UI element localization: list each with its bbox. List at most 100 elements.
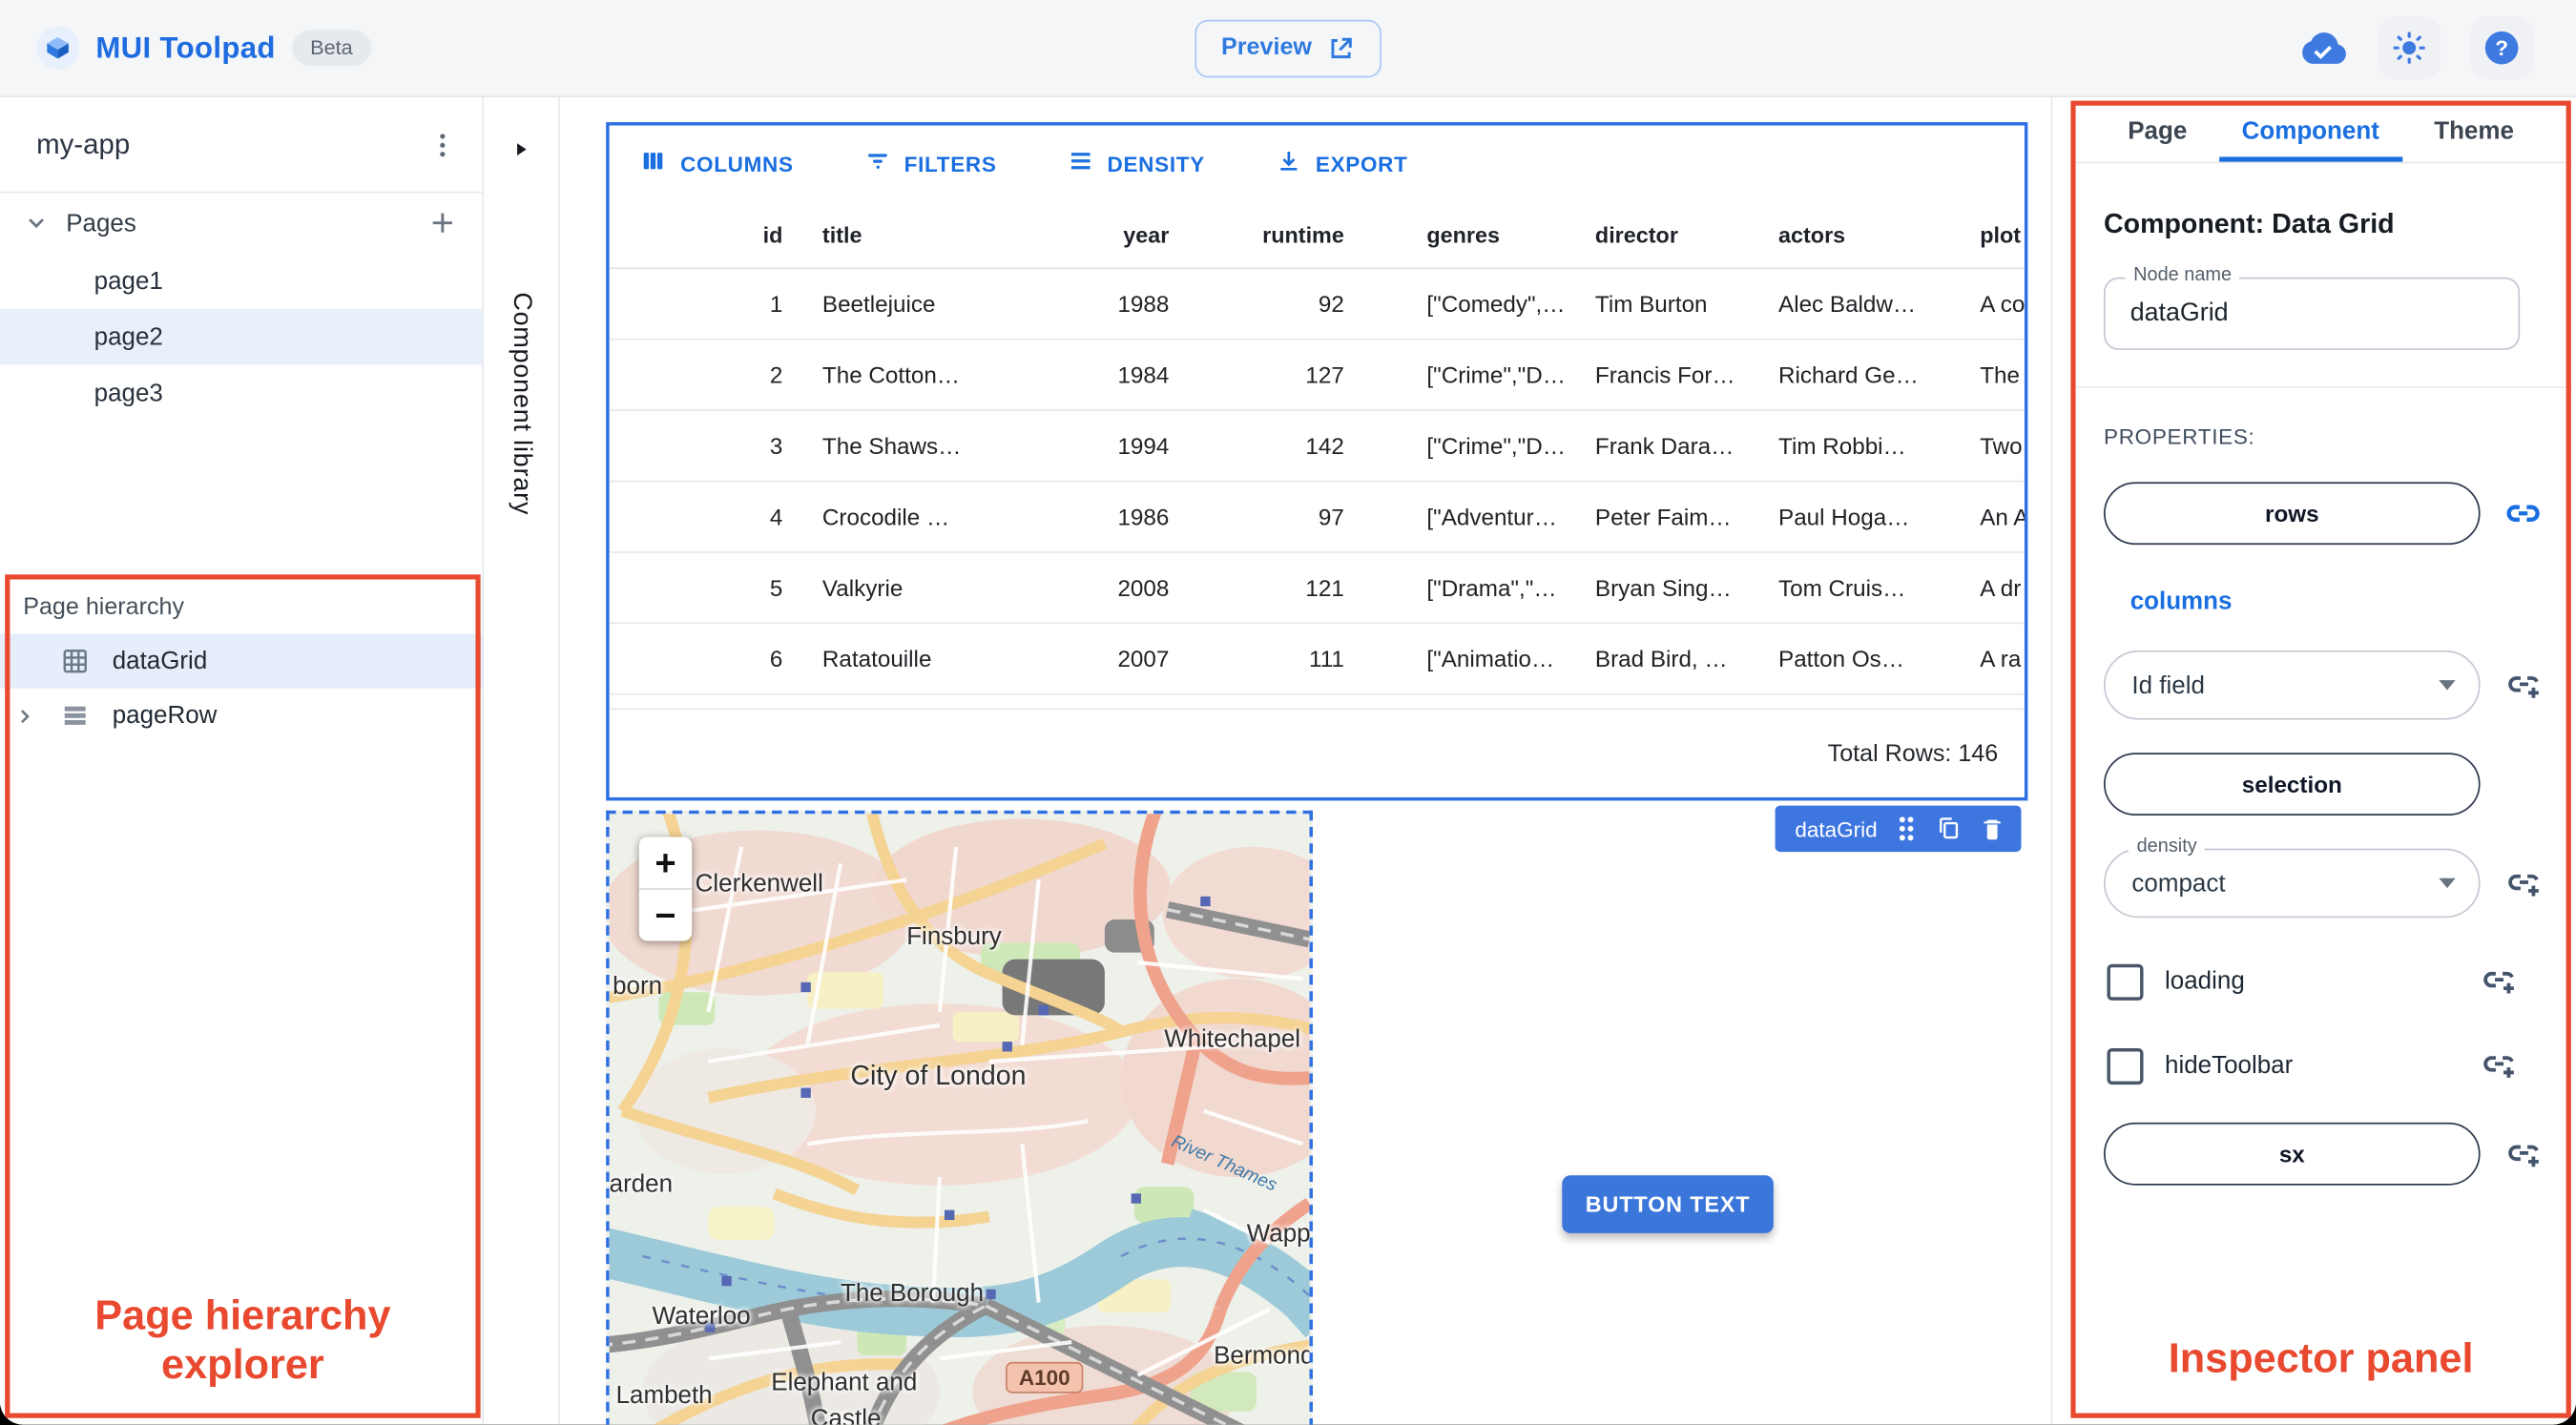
zoom-in-button[interactable]: + xyxy=(639,836,692,888)
column-header-plot[interactable]: plot xyxy=(1980,222,2025,247)
component-library-strip[interactable]: Component library xyxy=(484,97,560,1425)
cell-year: 1986 xyxy=(1117,503,1170,530)
cell-actors: Alec Baldw… xyxy=(1778,290,1917,318)
cell-runtime: 121 xyxy=(1305,574,1344,601)
cell-actors: Tom Cruis… xyxy=(1778,574,1906,601)
zoom-out-button[interactable]: − xyxy=(639,890,692,941)
map-zoom-control: + − xyxy=(638,836,693,941)
checkbox[interactable] xyxy=(2107,962,2144,1000)
sx-property-row: sx xyxy=(2103,1122,2544,1186)
filter-icon xyxy=(862,147,890,180)
cell-id: 3 xyxy=(769,432,783,460)
add-binding-icon[interactable] xyxy=(2503,665,2544,706)
page-hierarchy-panel: Page hierarchy dataGrid pageRow xyxy=(0,574,483,743)
expand-panel-icon[interactable] xyxy=(484,140,558,158)
column-header-genres[interactable]: genres xyxy=(1344,222,1595,247)
cell-year: 1994 xyxy=(1117,432,1170,460)
kebab-menu-icon xyxy=(440,133,446,156)
id-field-select[interactable]: Id field xyxy=(2103,650,2481,720)
table-row[interactable]: 5 Valkyrie 2008 121 ["Drama","… Bryan Si… xyxy=(609,553,2025,625)
inspector-panel: Page Component Theme Component: Data Gri… xyxy=(2052,97,2576,1425)
map-component[interactable]: Clerkenwell Finsbury City of London Whitech… xyxy=(606,810,1313,1425)
rows-property-button[interactable]: rows xyxy=(2103,482,2481,546)
app-name: my-app xyxy=(36,128,131,160)
data-grid-component[interactable]: COLUMNS FILTERS DENSITY EXPORT id title … xyxy=(606,122,2028,801)
column-header-title[interactable]: title xyxy=(782,222,1055,247)
density-select[interactable]: density compact xyxy=(2103,836,2481,919)
grid-toolbar-button-label: FILTERS xyxy=(904,151,997,176)
properties-label: PROPERTIES: xyxy=(2103,423,2255,449)
grid-toolbar-button[interactable]: COLUMNS xyxy=(629,145,803,181)
cell-director: Frank Dara… xyxy=(1594,432,1735,460)
cell-director: Peter Faim… xyxy=(1594,503,1732,530)
canvas: COLUMNS FILTERS DENSITY EXPORT id title … xyxy=(559,97,2053,1425)
inspector-tab[interactable]: Page xyxy=(2118,101,2197,162)
sidebar-page-item[interactable]: page3 xyxy=(0,364,482,421)
app-menu-button[interactable] xyxy=(426,128,460,161)
export-icon xyxy=(1275,147,1302,180)
help-button[interactable]: ? xyxy=(2470,16,2533,80)
checkbox-property-row: hideToolbar xyxy=(2104,1045,2542,1086)
inspector-tab[interactable]: Component xyxy=(2218,101,2403,162)
selection-property-row: selection xyxy=(2103,753,2542,816)
checkbox-property-row: loading xyxy=(2104,960,2542,1002)
sidebar-page-item[interactable]: page2 xyxy=(0,308,483,365)
sx-property-button[interactable]: sx xyxy=(2103,1122,2481,1186)
cell-plot: The xyxy=(1980,361,2020,388)
columns-property-link[interactable]: columns xyxy=(2130,588,2233,615)
map-label: A100 xyxy=(1006,1361,1084,1394)
brand: MUI Toolpad Beta xyxy=(0,26,371,70)
cell-actors: Patton Os… xyxy=(1778,645,1905,672)
selected-node-tag[interactable]: dataGrid xyxy=(1775,805,2022,853)
duplicate-icon[interactable] xyxy=(1935,816,1962,842)
grid-toolbar-button[interactable]: DENSITY xyxy=(1056,145,1215,181)
column-header-year[interactable]: year xyxy=(1055,222,1169,247)
page-item-label: page2 xyxy=(93,322,163,351)
pages-header[interactable]: Pages xyxy=(0,193,482,252)
table-row[interactable]: 4 Crocodile … 1986 97 ["Adventur… Peter … xyxy=(609,482,2025,553)
inspector-tab[interactable]: Theme xyxy=(2424,101,2524,162)
selection-property-button[interactable]: selection xyxy=(2103,753,2481,816)
cloud-done-icon[interactable] xyxy=(2298,30,2348,66)
cell-runtime: 127 xyxy=(1305,361,1344,388)
cell-director: Tim Burton xyxy=(1594,290,1708,318)
checkbox[interactable] xyxy=(2107,1047,2144,1084)
help-icon: ? xyxy=(2484,31,2519,65)
add-page-button[interactable] xyxy=(426,206,460,239)
delete-icon[interactable] xyxy=(1980,816,2005,842)
add-binding-icon[interactable] xyxy=(2503,862,2544,903)
column-header-id[interactable]: id xyxy=(610,222,783,247)
column-header-actors[interactable]: actors xyxy=(1778,222,1980,247)
grid-toolbar-button[interactable]: FILTERS xyxy=(853,145,1007,181)
add-binding-icon[interactable] xyxy=(2478,1045,2519,1086)
sidebar-page-item[interactable]: page1 xyxy=(0,253,482,309)
grid-toolbar: COLUMNS FILTERS DENSITY EXPORT xyxy=(610,126,2025,202)
map-label: The Borough xyxy=(840,1279,985,1308)
add-binding-icon[interactable] xyxy=(2478,960,2519,1002)
theme-toggle-button[interactable] xyxy=(2378,16,2441,80)
button-component[interactable]: BUTTON TEXT xyxy=(1562,1175,1774,1233)
preview-button[interactable]: Preview xyxy=(1195,18,1381,77)
drag-handle-icon[interactable] xyxy=(1896,816,1918,842)
table-row[interactable]: 3 The Shaws… 1994 142 ["Crime","D… Frank… xyxy=(609,411,2025,483)
inspector-tab-label: Component xyxy=(2241,116,2379,146)
binding-link-icon[interactable] xyxy=(2502,492,2545,535)
table-row[interactable]: 1 Beetlejuice 1988 92 ["Comedy",… Tim Bu… xyxy=(609,269,2025,341)
map-label: Castle xyxy=(810,1404,882,1425)
column-header-director[interactable]: director xyxy=(1595,222,1778,247)
column-header-runtime[interactable]: runtime xyxy=(1169,222,1344,247)
add-binding-icon[interactable] xyxy=(2503,1133,2544,1174)
node-name-field[interactable]: Node name dataGrid xyxy=(2103,265,2521,350)
table-row[interactable]: 6 Ratatouille 2007 111 ["Animatio… Brad … xyxy=(609,624,2025,695)
cell-director: Bryan Sing… xyxy=(1594,574,1732,601)
inspector-content: Page Component Theme Component: Data Gri… xyxy=(2070,101,2571,1418)
hierarchy-item[interactable]: dataGrid xyxy=(0,633,483,689)
checkbox-label: loading xyxy=(2165,967,2245,996)
chevron-right-icon[interactable] xyxy=(0,704,50,727)
map-label: Wapping xyxy=(1246,1220,1311,1249)
grid-toolbar-button[interactable]: EXPORT xyxy=(1264,145,1418,181)
hierarchy-item[interactable]: pageRow xyxy=(0,689,482,743)
svg-text:?: ? xyxy=(2495,36,2508,60)
cell-genres: ["Crime","D… xyxy=(1426,432,1567,460)
table-row[interactable]: 2 The Cotton… 1984 127 ["Crime","D… Fran… xyxy=(609,341,2025,411)
